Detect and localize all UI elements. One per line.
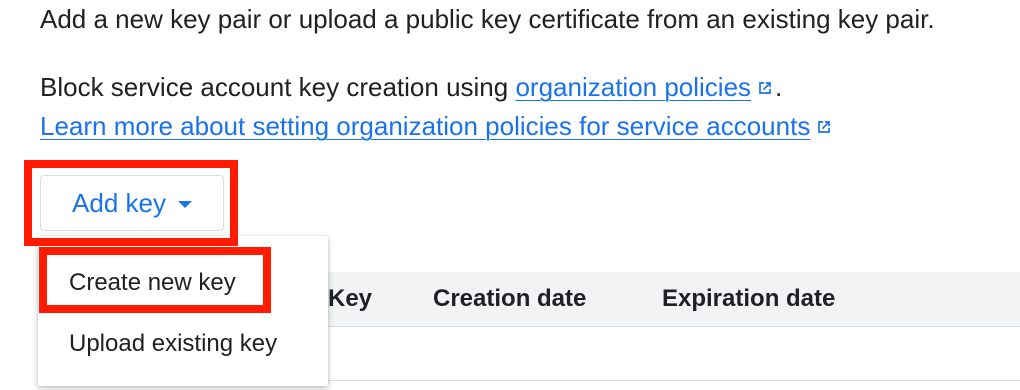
highlight-add-key <box>24 160 238 246</box>
learn-more-link-label: Learn more about setting organization po… <box>40 111 811 141</box>
external-link-icon <box>759 82 771 94</box>
column-header-key[interactable]: Key <box>328 285 372 313</box>
external-link-icon <box>818 121 831 133</box>
learn-more-row: Learn more about setting organization po… <box>40 111 834 142</box>
highlight-create-new-key <box>39 247 271 313</box>
policy-notice: Block service account key creation using… <box>40 72 782 103</box>
policy-notice-suffix: . <box>775 72 783 102</box>
organization-policies-link[interactable]: organization policies <box>515 72 775 102</box>
learn-more-link[interactable]: Learn more about setting organization po… <box>40 111 834 141</box>
table-divider <box>326 380 1020 381</box>
menu-item-label: Upload existing key <box>69 330 278 357</box>
page-description: Add a new key pair or upload a public ke… <box>40 4 935 34</box>
organization-policies-link-label: organization policies <box>515 72 752 102</box>
policy-notice-text: Block service account key creation using <box>40 72 516 102</box>
column-header-creation-date[interactable]: Creation date <box>433 285 586 313</box>
menu-item-upload-existing-key[interactable]: Upload existing key <box>38 318 328 368</box>
column-header-expiration-date[interactable]: Expiration date <box>662 285 835 313</box>
